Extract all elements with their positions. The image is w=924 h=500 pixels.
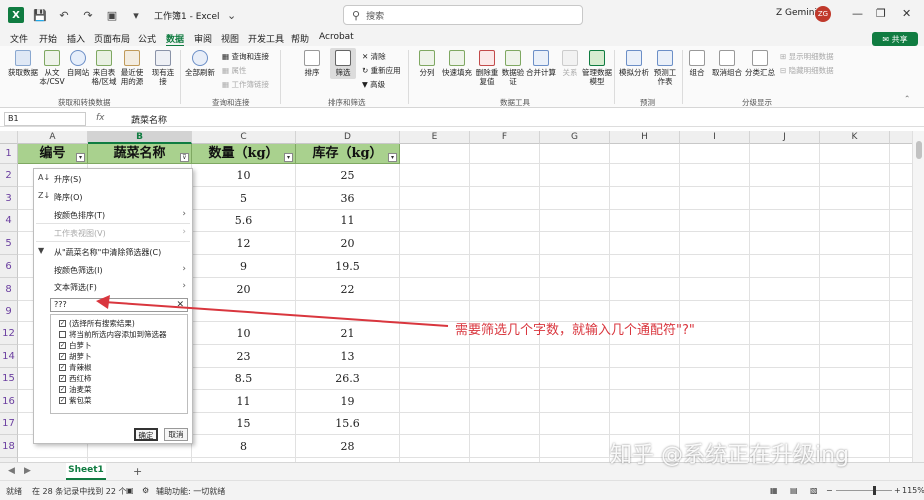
status-filter-count: 在 28 条记录中找到 22 个 <box>32 487 127 496</box>
zoom-slider-thumb[interactable] <box>873 486 876 495</box>
page-layout-icon[interactable]: ▤ <box>790 486 798 495</box>
status-accessibility[interactable]: 辅助功能: 一切就绪 <box>156 486 225 497</box>
next-sheet-icon[interactable]: ▶ <box>24 466 31 476</box>
arrow-head <box>96 295 110 309</box>
accessibility-icon[interactable]: ⚙ <box>142 486 149 495</box>
zoom-slider[interactable] <box>836 490 892 491</box>
zoom-level[interactable]: 115% <box>902 486 924 495</box>
zoom-out-icon[interactable]: − <box>826 486 833 495</box>
sheet-tab-sheet1[interactable]: Sheet1 <box>66 463 106 480</box>
status-ready: 就绪 <box>6 487 22 496</box>
add-sheet-button[interactable]: + <box>133 465 142 478</box>
annotation-arrow <box>96 295 449 327</box>
annotation-text: 需要筛选几个字数，就输入几个通配符"?" <box>455 323 695 338</box>
macro-icon[interactable]: ▣ <box>126 486 134 495</box>
prev-sheet-icon[interactable]: ◀ <box>8 466 15 476</box>
page-break-icon[interactable]: ▧ <box>810 486 818 495</box>
status-bar: 就绪 在 28 条记录中找到 22 个 ▣ ⚙ 辅助功能: 一切就绪 ▦ ▤ ▧… <box>0 480 924 500</box>
arrow-line <box>103 301 449 327</box>
zoom-in-icon[interactable]: + <box>894 486 901 495</box>
watermark: 知乎 @系统正在升级ing <box>610 443 850 468</box>
normal-view-icon[interactable]: ▦ <box>770 486 778 495</box>
